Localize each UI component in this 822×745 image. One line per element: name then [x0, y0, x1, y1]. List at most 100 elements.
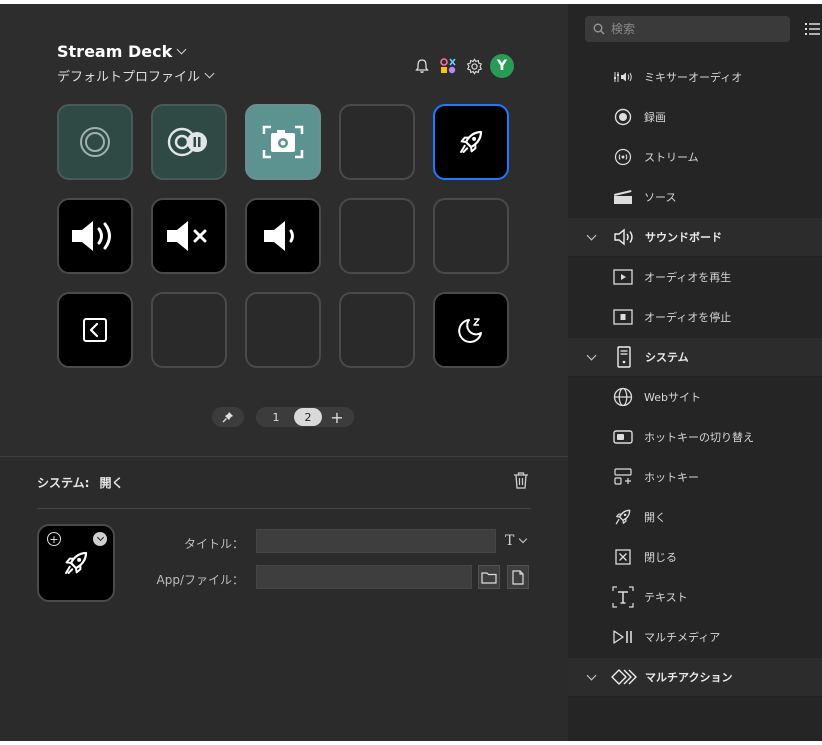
key-volume-up[interactable] — [57, 198, 133, 274]
key-back[interactable] — [57, 292, 133, 368]
obs-record-pause-icon — [167, 127, 207, 157]
system-icon — [611, 346, 637, 368]
action-multimedia[interactable]: マルチメディア — [568, 617, 822, 657]
key-empty[interactable] — [339, 104, 415, 180]
text-icon — [610, 586, 636, 608]
volume-up-icon — [72, 221, 111, 251]
action-mixer-audio[interactable]: ミキサーオーディオ — [568, 57, 822, 97]
key-preview[interactable]: + — [37, 524, 115, 602]
notification-bell-icon[interactable] — [412, 56, 432, 76]
action-hotkey[interactable]: ホットキー — [568, 457, 822, 497]
avatar[interactable]: Y — [490, 54, 514, 78]
file-icon — [512, 569, 524, 585]
action-list: ミキサーオーディオ 録画 ストリーム ソース サウンドボード オーディオを再生 … — [568, 57, 822, 697]
browse-file-button[interactable] — [507, 565, 529, 589]
rocket-icon — [460, 130, 483, 153]
header-toolbar: Y — [412, 54, 514, 78]
profile-selector[interactable]: デフォルトプロファイル — [57, 66, 215, 85]
key-empty[interactable] — [339, 292, 415, 368]
category-label: マルチアクション — [645, 671, 733, 684]
action-text[interactable]: テキスト — [568, 577, 822, 617]
gear-icon[interactable] — [464, 56, 484, 76]
close-box-icon — [610, 546, 636, 568]
back-icon — [83, 318, 107, 342]
action-play-audio[interactable]: オーディオを再生 — [568, 257, 822, 297]
pin-button[interactable] — [212, 407, 244, 427]
marketplace-icon[interactable] — [438, 56, 458, 76]
chevron-down-icon — [586, 230, 597, 240]
action-website[interactable]: Webサイト — [568, 377, 822, 417]
hotkey-switch-icon — [610, 426, 636, 448]
action-label: ホットキーの切り替え — [644, 431, 754, 444]
multimedia-icon — [610, 626, 636, 648]
action-label: ミキサーオーディオ — [644, 71, 743, 84]
category-soundboard[interactable]: サウンドボード — [568, 217, 822, 257]
key-volume-down[interactable] — [245, 198, 321, 274]
chevron-down-icon — [176, 44, 187, 55]
action-source[interactable]: ソース — [568, 177, 822, 217]
globe-icon — [610, 386, 636, 408]
key-obs-record[interactable] — [57, 104, 133, 180]
action-stop-audio[interactable]: オーディオを停止 — [568, 297, 822, 337]
stream-deck-app: Stream Deck デフォルトプロファイル Y 1 2 + システム: 開く… — [0, 4, 822, 741]
icon-menu-button[interactable] — [93, 532, 107, 546]
action-label: マルチメディア — [644, 631, 721, 644]
key-empty[interactable] — [151, 292, 227, 368]
action-stream[interactable]: ストリーム — [568, 137, 822, 177]
folder-icon — [481, 571, 497, 584]
obs-record-icon — [80, 127, 110, 157]
title-label: タイトル： — [183, 537, 244, 551]
search-input[interactable] — [611, 22, 781, 36]
action-label: 開く — [644, 511, 666, 524]
volume-mute-icon — [167, 221, 207, 251]
add-icon-button[interactable]: + — [47, 532, 61, 546]
hotkey-icon — [610, 466, 636, 488]
action-record[interactable]: 録画 — [568, 97, 822, 137]
chevron-down-icon — [96, 533, 104, 542]
delete-action-button[interactable] — [513, 471, 529, 493]
file-label: App/ファイル： — [156, 573, 245, 587]
inspector-title: システム: 開く — [37, 474, 123, 491]
multi-action-icon — [611, 666, 637, 688]
key-open-selected[interactable] — [433, 104, 509, 180]
stream-icon — [610, 146, 636, 168]
category-multi-action[interactable]: マルチアクション — [568, 657, 822, 697]
add-page-button[interactable]: + — [326, 408, 348, 427]
pin-icon — [222, 412, 233, 423]
screenshot-camera-icon — [262, 125, 304, 159]
category-system[interactable]: システム — [568, 337, 822, 377]
action-open[interactable]: 開く — [568, 497, 822, 537]
key-empty[interactable] — [245, 292, 321, 368]
action-label: テキスト — [644, 591, 688, 604]
mixer-audio-icon — [610, 66, 636, 88]
list-view-button[interactable] — [804, 21, 820, 40]
file-path-input[interactable] — [256, 565, 472, 589]
page-tab-1[interactable]: 1 — [262, 408, 290, 426]
sleep-moon-icon — [458, 318, 482, 343]
key-screenshot[interactable] — [245, 104, 321, 180]
action-label: オーディオを再生 — [644, 271, 732, 284]
key-volume-mute[interactable] — [151, 198, 227, 274]
device-selector[interactable]: Stream Deck — [57, 42, 187, 61]
title-format-button[interactable]: T — [505, 533, 528, 549]
chevron-down-icon — [586, 670, 597, 680]
key-obs-record-pause[interactable] — [151, 104, 227, 180]
key-empty[interactable] — [339, 198, 415, 274]
action-hotkey-switch[interactable]: ホットキーの切り替え — [568, 417, 822, 457]
source-icon — [610, 186, 636, 208]
action-label: 閉じる — [644, 551, 677, 564]
action-label: ホットキー — [644, 471, 699, 484]
action-label: オーディオを停止 — [644, 311, 732, 324]
action-label: Webサイト — [644, 391, 701, 404]
browse-folder-button[interactable] — [478, 565, 500, 589]
key-sleep[interactable] — [433, 292, 509, 368]
canvas-pane: Stream Deck デフォルトプロファイル Y 1 2 + システム: 開く… — [0, 4, 568, 741]
action-close[interactable]: 閉じる — [568, 537, 822, 577]
title-input[interactable] — [256, 529, 496, 553]
list-view-icon — [805, 23, 820, 35]
property-inspector: システム: 開く + タイトル： T App/ファイル： — [0, 457, 568, 741]
search-box[interactable] — [585, 16, 790, 42]
page-tab-2[interactable]: 2 — [294, 408, 322, 426]
chevron-down-icon — [586, 350, 597, 360]
key-empty[interactable] — [433, 198, 509, 274]
